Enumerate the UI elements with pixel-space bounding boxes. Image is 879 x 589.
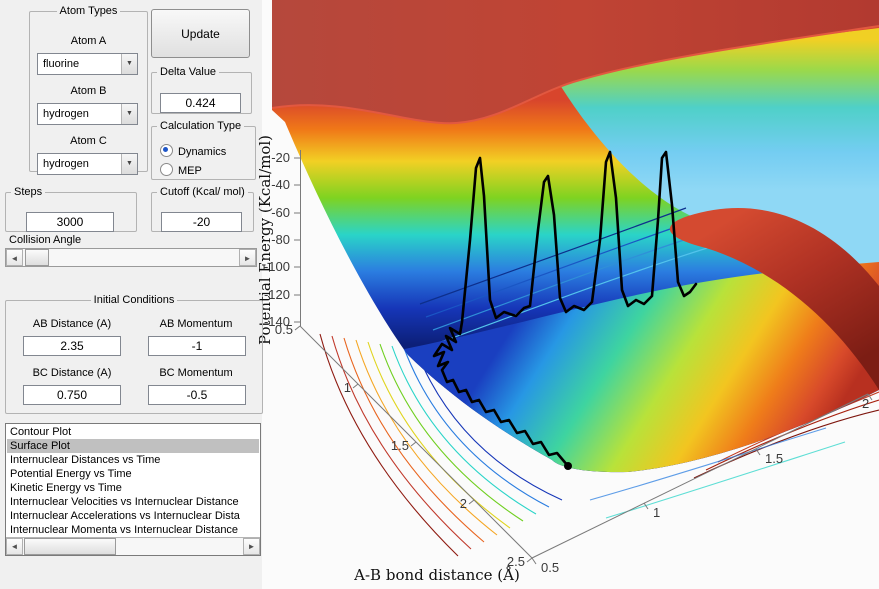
x-tick: 1.5 xyxy=(391,438,409,453)
atom-b-value: hydrogen xyxy=(43,108,89,120)
x-tick: 0.5 xyxy=(275,322,293,337)
z-tick: -60 xyxy=(271,205,290,220)
steps-input[interactable]: 3000 xyxy=(26,212,114,232)
list-item-internuclear-distances[interactable]: Internuclear Distances vs Time xyxy=(7,453,259,467)
y-tick: 1 xyxy=(653,505,660,520)
dynamics-radio[interactable]: Dynamics xyxy=(160,144,226,158)
x-tick: 2 xyxy=(460,496,467,511)
z-tick: -20 xyxy=(271,150,290,165)
bc-momentum-label: BC Momentum xyxy=(159,367,233,379)
mep-radio-label: MEP xyxy=(178,165,202,177)
atom-a-label: Atom A xyxy=(70,35,107,47)
list-item-potential-energy[interactable]: Potential Energy vs Time xyxy=(7,467,259,481)
radio-unselected-icon xyxy=(160,163,173,176)
list-item-surface-plot[interactable]: Surface Plot xyxy=(7,439,259,453)
slider-left-arrow-icon[interactable]: ◄ xyxy=(6,249,23,266)
plot-type-list: Contour Plot Surface Plot Internuclear D… xyxy=(7,425,259,537)
y-tick: 2 xyxy=(862,396,869,411)
atom-a-dropdown[interactable]: fluorine ▼ xyxy=(37,53,138,75)
listbox-scrollbar-thumb[interactable] xyxy=(24,538,116,555)
collision-angle-slider-track[interactable] xyxy=(23,249,239,266)
scrollbar-left-arrow-icon[interactable]: ◄ xyxy=(6,538,23,555)
atom-b-label: Atom B xyxy=(70,85,107,97)
ab-momentum-input[interactable]: -1 xyxy=(148,336,246,356)
atom-c-value: hydrogen xyxy=(43,158,89,170)
dynamics-radio-label: Dynamics xyxy=(178,146,227,158)
z-tick: -40 xyxy=(271,177,290,192)
steps-group: Steps 3000 xyxy=(5,187,137,232)
radio-selected-icon xyxy=(160,144,173,157)
list-item-kinetic-energy[interactable]: Kinetic Energy vs Time xyxy=(7,481,259,495)
z-tick: -80 xyxy=(271,232,290,247)
cutoff-title: Cutoff (Kcal/ mol) xyxy=(160,186,245,198)
slider-right-arrow-icon[interactable]: ► xyxy=(239,249,256,266)
list-item-internuclear-accelerations[interactable]: Internuclear Accelerations vs Internucle… xyxy=(7,509,259,523)
delta-value-title: Delta Value xyxy=(160,66,217,78)
plot-type-listbox[interactable]: Contour Plot Surface Plot Internuclear D… xyxy=(5,423,261,556)
list-item-contour-plot[interactable]: Contour Plot xyxy=(7,425,259,439)
y-tick: 0.5 xyxy=(541,560,559,575)
atom-c-label: Atom C xyxy=(70,135,107,147)
chevron-down-icon[interactable]: ▼ xyxy=(121,154,137,174)
bc-momentum-input[interactable]: -0.5 xyxy=(148,385,246,405)
initial-conditions-title: Initial Conditions xyxy=(93,294,175,306)
ab-distance-input[interactable]: 2.35 xyxy=(23,336,121,356)
y-tick: 1.5 xyxy=(765,451,783,466)
ab-momentum-label: AB Momentum xyxy=(159,318,233,330)
cutoff-group: Cutoff (Kcal/ mol) -20 xyxy=(151,187,254,232)
atom-types-group: Atom Types Atom A fluorine ▼ Atom B hydr… xyxy=(29,5,148,175)
update-button-label: Update xyxy=(181,26,220,41)
delta-value-group: Delta Value 0.424 xyxy=(151,67,252,114)
initial-conditions-group: Initial Conditions AB Distance (A) 2.35 … xyxy=(5,295,263,414)
bc-distance-label: BC Distance (A) xyxy=(32,367,112,379)
collision-angle-label: Collision Angle xyxy=(9,234,82,246)
chevron-down-icon[interactable]: ▼ xyxy=(121,104,137,124)
listbox-scrollbar-track[interactable] xyxy=(23,538,243,555)
calculation-type-title: Calculation Type xyxy=(160,120,242,132)
list-item-internuclear-momenta[interactable]: Internuclear Momenta vs Internuclear Dis… xyxy=(7,523,259,537)
x-axis-label: A-B bond distance (Å) xyxy=(353,566,520,584)
bc-distance-input[interactable]: 0.750 xyxy=(23,385,121,405)
listbox-horizontal-scrollbar[interactable]: ◄ ► xyxy=(6,537,260,555)
cutoff-input[interactable]: -20 xyxy=(161,212,242,232)
atom-b-dropdown[interactable]: hydrogen ▼ xyxy=(37,103,138,125)
atom-types-title: Atom Types xyxy=(59,5,118,17)
trajectory-start-dot xyxy=(564,462,572,470)
atom-c-dropdown[interactable]: hydrogen ▼ xyxy=(37,153,138,175)
atom-a-value: fluorine xyxy=(43,58,80,70)
application-window: -20 -40 -60 -80 -100 -120 -140 0.5 1 1.5… xyxy=(0,0,879,589)
calculation-type-group: Calculation Type Dynamics MEP xyxy=(151,121,256,180)
update-button[interactable]: Update xyxy=(151,9,250,58)
chevron-down-icon[interactable]: ▼ xyxy=(121,54,137,74)
x-tick: 1 xyxy=(344,380,351,395)
steps-title: Steps xyxy=(14,186,43,198)
ab-distance-label: AB Distance (A) xyxy=(32,318,112,330)
collision-angle-slider[interactable]: ◄ ► xyxy=(5,248,257,267)
scrollbar-right-arrow-icon[interactable]: ► xyxy=(243,538,260,555)
delta-value-input[interactable]: 0.424 xyxy=(160,93,241,113)
collision-angle-slider-thumb[interactable] xyxy=(25,249,49,266)
list-item-internuclear-velocities[interactable]: Internuclear Velocities vs Internuclear … xyxy=(7,495,259,509)
mep-radio[interactable]: MEP xyxy=(160,163,202,177)
